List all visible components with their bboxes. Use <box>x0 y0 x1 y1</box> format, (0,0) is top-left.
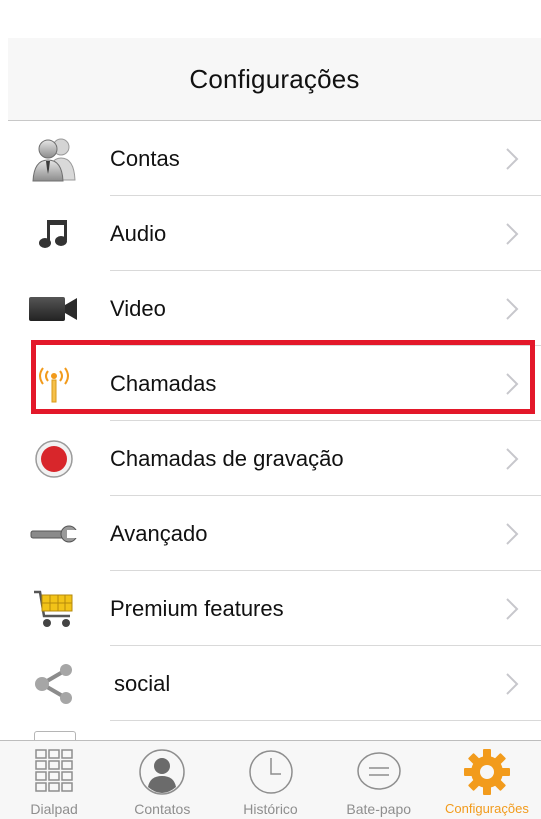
menu-item-chamadas[interactable]: Chamadas <box>8 346 541 421</box>
tab-label: Dialpad <box>30 801 78 817</box>
contact-icon <box>139 749 186 795</box>
menu-item-label: Chamadas de gravação <box>110 445 344 471</box>
clock-icon <box>248 750 293 794</box>
users-icon <box>28 137 80 181</box>
antenna-icon <box>28 362 80 406</box>
menu-item-chamadas-de-gravacao[interactable]: Chamadas de gravação <box>8 421 541 496</box>
menu-item-avancado[interactable]: Avançado <box>8 496 541 571</box>
chevron-right-icon <box>506 147 519 170</box>
tab-label: Contatos <box>134 801 191 817</box>
tab-bar: Dialpad Contatos Histórico Bate-papo Con… <box>0 740 541 819</box>
navigation-bar: Configurações <box>8 38 541 121</box>
music-note-icon <box>28 212 80 256</box>
chat-bubble-icon <box>356 752 401 790</box>
menu-item-label: Premium features <box>110 595 284 621</box>
chevron-right-icon <box>506 597 519 620</box>
page-title: Configurações <box>189 63 360 94</box>
tab-bate-papo[interactable]: Bate-papo <box>325 741 433 819</box>
chevron-right-icon <box>506 447 519 470</box>
chevron-right-icon <box>506 297 519 320</box>
gear-icon <box>463 749 510 795</box>
tab-label: Bate-papo <box>346 801 412 817</box>
menu-item-audio[interactable]: Audio <box>8 196 541 271</box>
status-bar-area <box>0 0 541 38</box>
settings-list: Contas Audio Video Chamadas Chamadas de … <box>8 121 541 746</box>
menu-item-label: Chamadas <box>110 370 217 396</box>
menu-item-label: social <box>114 670 171 696</box>
shopping-cart-icon <box>28 587 80 631</box>
share-icon <box>28 662 80 706</box>
record-icon <box>28 437 80 481</box>
chevron-right-icon <box>506 222 519 245</box>
menu-item-label: Contas <box>110 145 180 171</box>
chevron-right-icon <box>506 672 519 695</box>
menu-item-contas[interactable]: Contas <box>8 121 541 196</box>
menu-item-social[interactable]: social <box>8 646 541 721</box>
chevron-right-icon <box>506 522 519 545</box>
tab-dialpad[interactable]: Dialpad <box>0 741 108 819</box>
tab-label: Histórico <box>243 801 298 817</box>
menu-item-label: Video <box>110 295 166 321</box>
tab-historico[interactable]: Histórico <box>216 741 324 819</box>
wrench-icon <box>28 512 80 556</box>
menu-item-premium-features[interactable]: Premium features <box>8 571 541 646</box>
dialpad-icon <box>35 749 73 792</box>
tab-contatos[interactable]: Contatos <box>108 741 216 819</box>
chevron-right-icon <box>506 372 519 395</box>
tab-label: Configurações <box>445 801 529 816</box>
menu-item-label: Audio <box>110 220 167 246</box>
menu-item-video[interactable]: Video <box>8 271 541 346</box>
menu-item-label: Avançado <box>110 520 208 546</box>
video-camera-icon <box>28 287 80 331</box>
tab-configuracoes[interactable]: Configurações <box>433 741 541 819</box>
